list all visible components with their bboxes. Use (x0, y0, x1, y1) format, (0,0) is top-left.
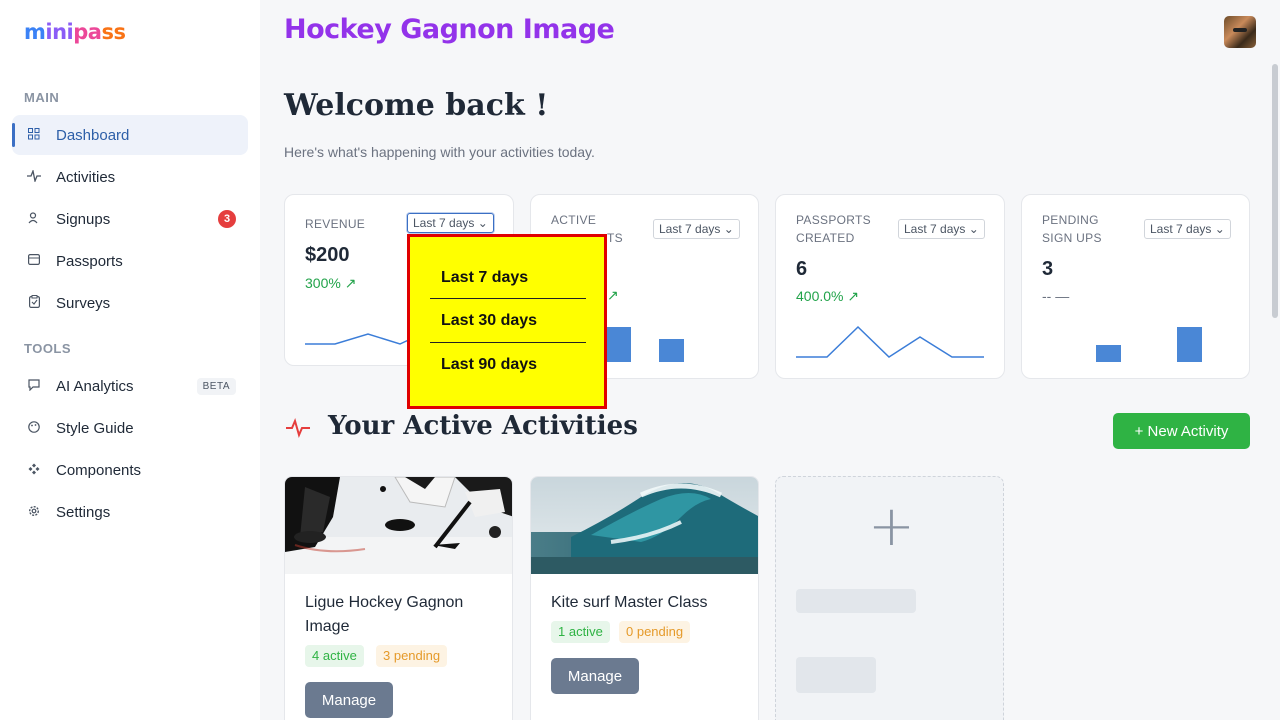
grid-icon (12, 127, 56, 143)
pending-signups-value: 3 (1042, 258, 1054, 280)
sidebar-item-settings[interactable]: Settings (12, 492, 248, 532)
dropdown-option-last-7-days[interactable]: Last 7 days (430, 257, 586, 299)
pending-count-badge: 0 pending (619, 621, 691, 643)
sidebar-item-label: Components (56, 461, 142, 479)
tools-section-label: TOOLS (24, 341, 72, 356)
manage-button[interactable]: Manage (305, 682, 393, 718)
chat-icon (12, 378, 56, 394)
chevron-down-icon: ⌄ (477, 216, 488, 230)
pulse-icon (12, 168, 56, 185)
skeleton-placeholder (796, 657, 876, 693)
sidebar-item-label: Surveys (56, 294, 111, 312)
pending-count-badge: 3 pending (376, 645, 448, 667)
chevron-down-icon: ⌄ (723, 222, 734, 236)
section-title: Your Active Activities (328, 411, 638, 441)
clipboard-icon (12, 295, 56, 311)
passports-created-value: 6 (796, 258, 808, 280)
pending-signups-range-select[interactable]: Last 7 days ⌄ (1144, 219, 1231, 239)
beta-badge: BETA (196, 377, 236, 395)
sidebar-item-label: Dashboard (56, 126, 130, 144)
palette-icon (12, 420, 56, 436)
signups-count-badge: 3 (218, 210, 236, 228)
activity-name: Kite surf Master Class (551, 594, 708, 611)
wave-image (531, 477, 758, 574)
ticket-icon (12, 254, 56, 268)
trend-up-icon: ↗ (344, 275, 357, 291)
chevron-down-icon: ⌄ (1214, 222, 1225, 236)
revenue-label: REVENUE (305, 217, 366, 231)
page-title: Welcome back ! (284, 88, 549, 123)
activity-card[interactable]: Ligue Hockey Gagnon Image 4 active 3 pen… (284, 476, 513, 720)
page-subtitle: Here's what's happening with your activi… (284, 144, 595, 160)
sidebar-item-style-guide[interactable]: Style Guide (12, 408, 248, 448)
active-passports-range-select[interactable]: Last 7 days ⌄ (653, 219, 740, 239)
sidebar-item-surveys[interactable]: Surveys (12, 283, 248, 323)
sidebar-item-components[interactable]: Components (12, 450, 248, 490)
dropdown-option-last-90-days[interactable]: Last 90 days (430, 344, 586, 386)
sidebar-item-label: Activities (56, 168, 116, 186)
active-count-badge: 1 active (551, 621, 610, 643)
trend-up-icon: ↗ (607, 287, 619, 303)
dropdown-option-last-30-days[interactable]: Last 30 days (430, 300, 586, 342)
user-icon (12, 211, 56, 227)
pending-signups-card: PENDING SIGN UPS Last 7 days ⌄ 3 -- — (1021, 194, 1250, 379)
revenue-change: 300% ↗ (305, 275, 357, 291)
skeleton-placeholder (796, 589, 916, 613)
sidebar-item-passports[interactable]: Passports (12, 241, 248, 281)
activity-name: Ligue Hockey Gagnon Image (305, 594, 464, 635)
passports-created-change: 400.0% ↗ (796, 288, 860, 304)
active-count-badge: 4 active (305, 645, 364, 667)
new-activity-button[interactable]: + New Activity (1113, 413, 1250, 449)
chevron-down-icon: ⌄ (968, 222, 979, 236)
heartbeat-icon (286, 418, 310, 438)
sidebar-item-label: Signups (56, 210, 111, 228)
scrollbar[interactable] (1272, 64, 1278, 318)
sidebar-item-ai-analytics[interactable]: AI Analytics BETA (12, 366, 248, 406)
manage-button[interactable]: Manage (551, 658, 639, 694)
dropdown-divider (430, 298, 586, 299)
sidebar-item-dashboard[interactable]: Dashboard (12, 115, 248, 155)
pending-signups-bars (1096, 327, 1202, 362)
revenue-range-select[interactable]: Last 7 days ⌄ (407, 213, 494, 233)
sidebar-item-label: Style Guide (56, 419, 134, 437)
sidebar-item-label: AI Analytics (56, 377, 134, 395)
active-passports-bars (607, 327, 684, 362)
plus-icon: + (868, 494, 915, 559)
gear-icon (12, 505, 56, 520)
sidebar-item-label: Passports (56, 252, 123, 270)
sidebar-item-label: Settings (56, 503, 111, 521)
passports-created-label: PASSPORTS CREATED (796, 213, 871, 245)
components-icon (12, 463, 56, 478)
sidebar-item-activities[interactable]: Activities (12, 157, 248, 197)
organization-title: Hockey Gagnon Image (284, 14, 615, 45)
revenue-value: $200 (305, 244, 350, 266)
pending-signups-change: -- — (1042, 288, 1070, 304)
dropdown-divider (430, 342, 586, 343)
add-activity-card[interactable]: + (775, 476, 1004, 720)
passports-created-sparkline (796, 325, 984, 358)
pending-signups-label: PENDING SIGN UPS (1042, 213, 1102, 245)
passports-created-card: PASSPORTS CREATED Last 7 days ⌄ 6 400.0%… (775, 194, 1005, 379)
hockey-image (285, 477, 512, 574)
activity-card[interactable]: Kite surf Master Class 1 active 0 pendin… (530, 476, 759, 720)
minipass-logo[interactable]: minipass (24, 20, 126, 44)
avatar[interactable] (1224, 16, 1256, 48)
sidebar: minipass MAIN Dashboard Activities Signu… (0, 0, 260, 720)
trend-up-icon: ↗ (847, 288, 860, 304)
passports-created-range-select[interactable]: Last 7 days ⌄ (898, 219, 985, 239)
range-dropdown-menu: Last 7 days Last 30 days Last 90 days (407, 234, 607, 409)
sidebar-item-signups[interactable]: Signups 3 (12, 199, 248, 239)
main-section-label: MAIN (24, 90, 60, 105)
